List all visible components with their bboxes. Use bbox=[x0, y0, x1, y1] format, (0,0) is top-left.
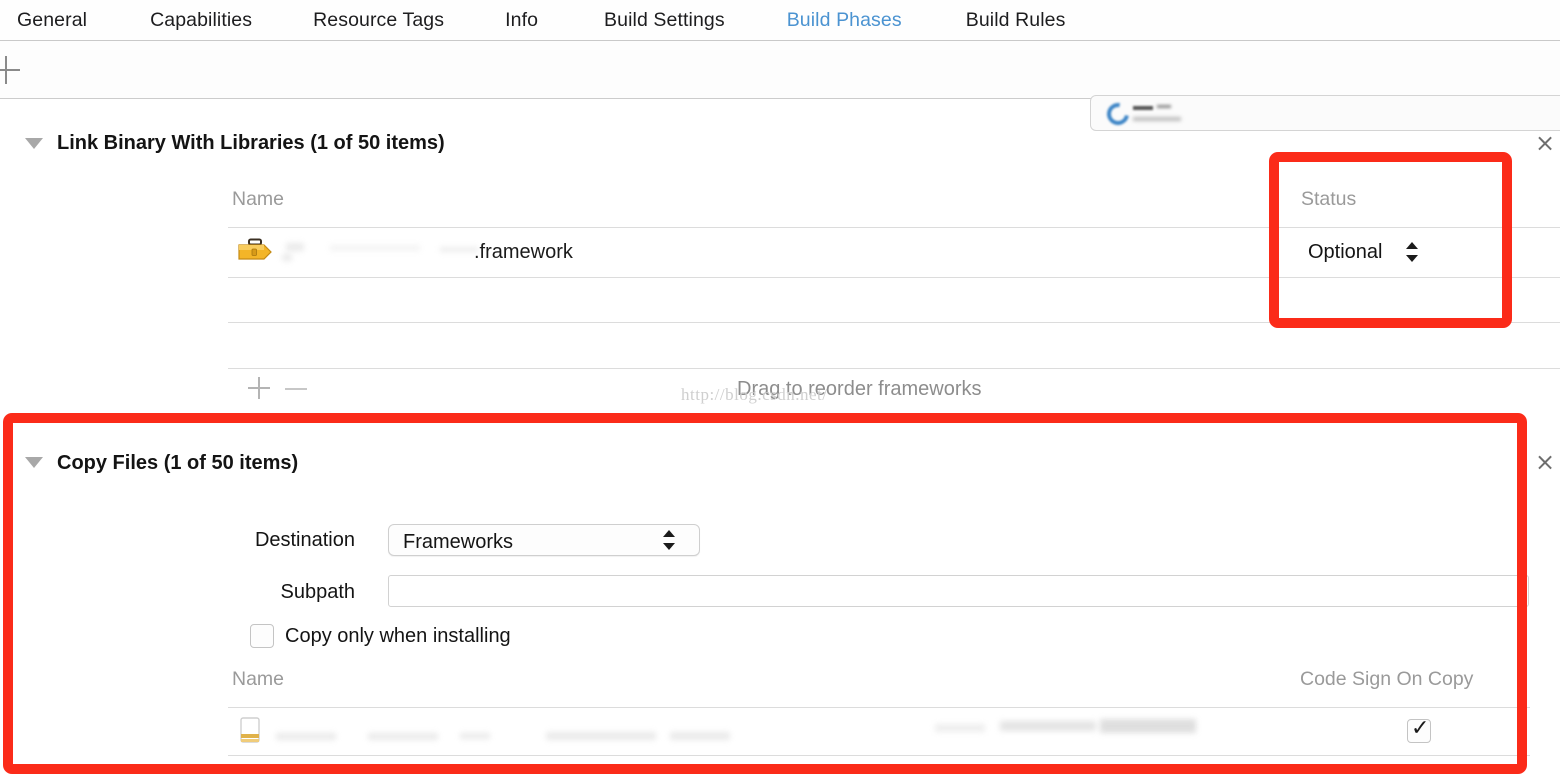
redacted-fragment bbox=[282, 254, 292, 261]
triangle-down-icon[interactable] bbox=[25, 457, 43, 468]
triangle-down-icon[interactable] bbox=[25, 138, 43, 149]
target-editor-tabbar: General Capabilities Resource Tags Info … bbox=[0, 0, 1560, 41]
stepper-updown-icon[interactable] bbox=[663, 529, 677, 553]
xcode-build-phases-pane: General Capabilities Resource Tags Info … bbox=[0, 0, 1560, 774]
subpath-input[interactable] bbox=[388, 575, 1529, 607]
table-rule bbox=[228, 277, 1560, 278]
redacted-fragment bbox=[276, 733, 336, 740]
column-header-name: Name bbox=[232, 668, 285, 690]
section-title-link-binary: Link Binary With Libraries (1 of 50 item… bbox=[57, 132, 445, 154]
tab-capabilities[interactable]: Capabilities bbox=[150, 9, 252, 32]
redacted-fragment bbox=[330, 245, 420, 251]
destination-value: Frameworks bbox=[403, 531, 514, 553]
column-header-status: Status bbox=[1301, 188, 1357, 210]
add-build-phase-icon[interactable] bbox=[0, 55, 22, 85]
file-icon bbox=[240, 717, 260, 743]
stepper-updown-icon[interactable] bbox=[1406, 241, 1420, 265]
redacted-fragment bbox=[1100, 719, 1196, 733]
redacted-fragment bbox=[460, 733, 490, 739]
add-framework-icon[interactable] bbox=[248, 377, 270, 399]
filter-input[interactable] bbox=[1090, 95, 1560, 131]
checkmark-icon: ✓ bbox=[1411, 716, 1430, 741]
redacted-fragment bbox=[286, 243, 304, 251]
redacted-fragment bbox=[440, 247, 478, 252]
column-header-name: Name bbox=[232, 188, 285, 210]
copy-only-when-installing-label: Copy only when installing bbox=[285, 625, 511, 647]
subpath-label: Subpath bbox=[280, 581, 355, 603]
table-rule bbox=[228, 368, 1560, 369]
copy-only-when-installing-checkbox[interactable] bbox=[250, 624, 274, 648]
framework-file-name: .framework bbox=[474, 241, 573, 263]
redacted-fragment bbox=[546, 732, 656, 740]
column-header-code-sign-on-copy: Code Sign On Copy bbox=[1300, 668, 1474, 690]
filter-redacted-content bbox=[1102, 98, 1227, 130]
destination-label: Destination bbox=[254, 529, 355, 551]
redacted-fragment bbox=[670, 732, 730, 740]
table-rule bbox=[228, 755, 1530, 756]
tab-info[interactable]: Info bbox=[505, 9, 538, 32]
close-icon[interactable]: × bbox=[1534, 450, 1556, 474]
redacted-fragment bbox=[1000, 721, 1096, 731]
code-sign-on-copy-checkbox[interactable]: ✓ bbox=[1407, 716, 1431, 743]
table-rule bbox=[228, 707, 1530, 708]
annotation-status-highlight bbox=[1269, 152, 1512, 328]
destination-select[interactable]: Frameworks bbox=[388, 524, 700, 556]
build-phases-toolbar bbox=[0, 41, 1560, 131]
tab-general[interactable]: General bbox=[17, 9, 87, 32]
close-icon[interactable]: × bbox=[1534, 131, 1556, 155]
tab-build-phases[interactable]: Build Phases bbox=[787, 9, 902, 32]
tab-build-settings[interactable]: Build Settings bbox=[604, 9, 725, 32]
section-title-copy-files: Copy Files (1 of 50 items) bbox=[57, 452, 299, 474]
framework-briefcase-icon bbox=[238, 238, 272, 260]
redacted-fragment bbox=[935, 724, 985, 732]
status-value[interactable]: Optional bbox=[1308, 241, 1383, 264]
remove-framework-icon[interactable] bbox=[285, 388, 307, 390]
redacted-fragment bbox=[368, 733, 438, 740]
table-rule bbox=[228, 322, 1560, 323]
table-rule bbox=[228, 227, 1560, 228]
tab-build-rules[interactable]: Build Rules bbox=[966, 9, 1066, 32]
tab-resource-tags[interactable]: Resource Tags bbox=[313, 9, 444, 32]
watermark: http://blog.csdn.net/ bbox=[681, 385, 828, 404]
